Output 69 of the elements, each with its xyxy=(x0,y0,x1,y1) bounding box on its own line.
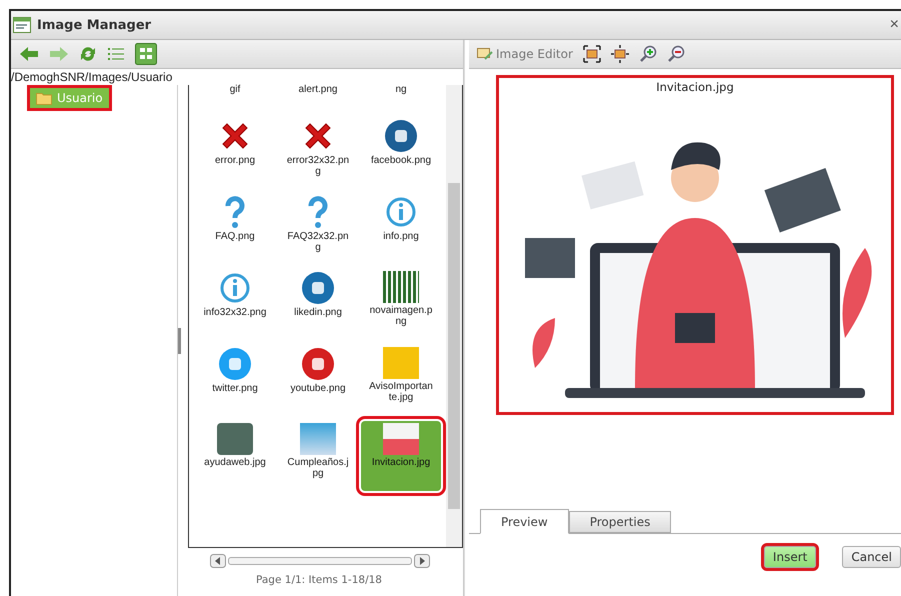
file-name: AvisoImportante.jpg xyxy=(369,382,433,403)
page-info: Page 1/1: Items 1-18/18 xyxy=(256,574,383,586)
file-item[interactable]: novaimagen.png xyxy=(361,269,441,339)
cancel-button[interactable]: Cancel xyxy=(842,546,901,568)
file-name: Cumpleaños.jpg xyxy=(286,458,350,479)
insert-button[interactable]: Insert xyxy=(764,546,816,568)
image-thumbnail xyxy=(383,347,419,379)
file-item[interactable]: likedin.png xyxy=(278,269,358,339)
center-image-icon[interactable] xyxy=(610,45,629,63)
image-thumbnail xyxy=(217,423,253,455)
window-title: Image Manager xyxy=(37,18,152,32)
file-item[interactable]: ayudaweb.jpg xyxy=(195,421,275,491)
file-name: novaimagen.png xyxy=(369,306,433,327)
zoom-out-icon[interactable] xyxy=(666,45,685,63)
folder-icon xyxy=(36,92,52,104)
file-name: ng xyxy=(394,85,408,96)
folder-label: Usuario xyxy=(57,91,103,105)
info-icon xyxy=(384,195,418,229)
folder-path: /DemoghSNR/Images/Usuario xyxy=(11,69,174,85)
fit-image-icon[interactable] xyxy=(582,45,601,63)
file-name: alert.png xyxy=(298,85,338,96)
file-name: FAQ32x32.png xyxy=(286,232,350,253)
tab[interactable]: Preview xyxy=(480,509,569,534)
image-editor-button[interactable]: Image Editor xyxy=(477,47,573,61)
scroll-right-icon[interactable] xyxy=(414,554,430,568)
file-item[interactable]: youtube.png xyxy=(278,345,358,415)
file-item[interactable]: twitter.png xyxy=(195,345,275,415)
scroll-left-icon[interactable] xyxy=(210,554,226,568)
back-arrow-icon[interactable] xyxy=(19,46,39,62)
logo-thumbnail xyxy=(383,271,419,303)
file-item[interactable]: Cumpleaños.jpg xyxy=(278,421,358,491)
tab[interactable]: Properties xyxy=(568,511,672,533)
file-item[interactable]: error.png xyxy=(195,117,275,187)
file-name: info32x32.png xyxy=(203,308,267,318)
file-item[interactable]: error32x32.png xyxy=(278,117,358,187)
horizontal-scrollbar[interactable] xyxy=(210,554,430,568)
file-name: info.png xyxy=(382,232,420,242)
refresh-icon[interactable] xyxy=(79,45,97,63)
info-icon xyxy=(218,271,252,305)
file-name: likedin.png xyxy=(293,308,343,318)
file-item[interactable]: FAQ.png xyxy=(195,193,275,263)
zoom-in-icon[interactable] xyxy=(638,45,657,63)
close-button[interactable]: × xyxy=(888,16,901,34)
file-item[interactable]: AvisoImportante.jpg xyxy=(361,345,441,415)
file-name: twitter.png xyxy=(211,384,259,394)
window-icon xyxy=(13,17,31,33)
file-name: FAQ.png xyxy=(214,232,256,242)
file-name: Invitacion.jpg xyxy=(370,458,432,468)
image-thumbnail xyxy=(300,423,336,455)
file-name: gif xyxy=(228,85,242,96)
file-item[interactable]: ng xyxy=(361,85,441,111)
file-item[interactable]: FAQ32x32.png xyxy=(278,193,358,263)
file-name: error.png xyxy=(214,156,256,166)
file-item[interactable]: Invitacion.jpg xyxy=(361,421,441,491)
file-name: ayudaweb.jpg xyxy=(203,458,267,468)
file-item[interactable]: facebook.png xyxy=(361,117,441,187)
file-item[interactable]: info32x32.png xyxy=(195,269,275,339)
file-name: youtube.png xyxy=(289,384,347,394)
image-edit-icon xyxy=(477,47,493,61)
list-view-icon[interactable] xyxy=(107,46,125,62)
file-item[interactable]: alert.png xyxy=(278,85,358,111)
grid-view-icon[interactable] xyxy=(135,43,157,65)
file-item[interactable]: gif xyxy=(195,85,275,111)
image-file-name: Invitacion.jpg xyxy=(656,79,734,94)
file-name: error32x32.png xyxy=(286,156,350,177)
vertical-scrollbar[interactable] xyxy=(446,85,462,547)
image-thumbnail xyxy=(383,423,419,455)
file-item[interactable]: info.png xyxy=(361,193,441,263)
file-name: facebook.png xyxy=(370,156,432,166)
